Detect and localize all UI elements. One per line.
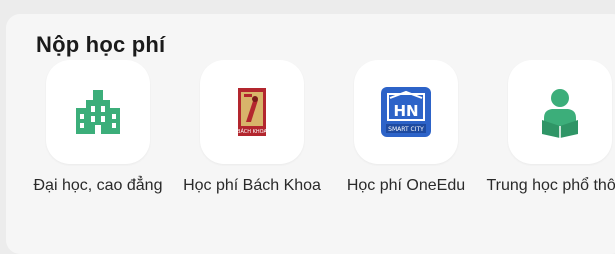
bach-khoa-logo-icon: BÁCH KHOA [237,88,268,136]
oneedu-smart-city-icon: HN SMART CITY [381,87,431,137]
svg-text:HN: HN [393,102,418,120]
tuition-payment-card: Nộp học phí Đại học, cao đẳng BÁCH KHOA … [6,14,615,254]
option-tile[interactable] [46,60,150,164]
option-label: Đại học, cao đẳng [33,177,163,194]
option-label: Học phí OneEdu [346,177,466,194]
option-high-school[interactable]: Trung học phổ thông [482,60,615,230]
option-tile[interactable]: BÁCH KHOA [200,60,304,164]
student-reading-icon [542,89,578,138]
bach-khoa-logo-text: BÁCH KHOA [237,128,267,135]
option-oneedu[interactable]: HN SMART CITY Học phí OneEdu [328,60,484,230]
option-university[interactable]: Đại học, cao đẳng [20,60,176,230]
tuition-options-grid: Đại học, cao đẳng BÁCH KHOA Học phí Bách… [6,60,615,230]
option-tile[interactable]: HN SMART CITY [354,60,458,164]
option-tile[interactable] [508,60,612,164]
university-building-icon [76,90,120,134]
oneedu-logo-text: SMART CITY [388,126,424,133]
option-bach-khoa[interactable]: BÁCH KHOA Học phí Bách Khoa [174,60,330,230]
option-label: Học phí Bách Khoa [183,177,321,194]
section-title: Nộp học phí [36,32,166,57]
option-label: Trung học phổ thông [486,177,615,194]
